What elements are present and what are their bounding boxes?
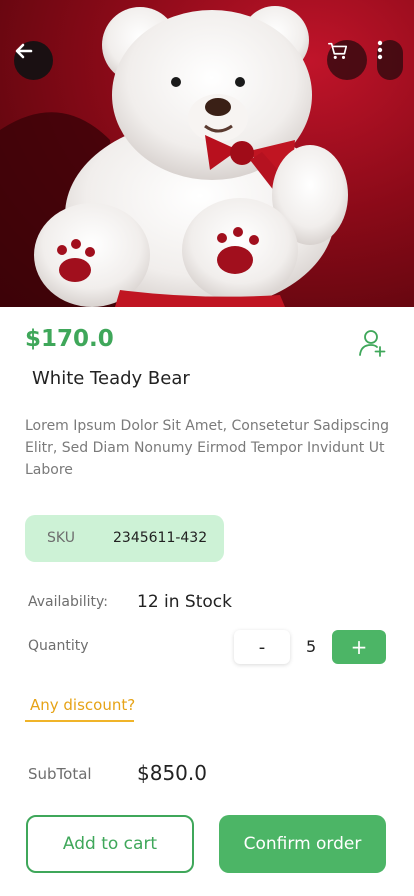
sku-value: 2345611-432 xyxy=(113,530,208,546)
product-description: Lorem Ipsum Dolor Sit Amet, Consetetur S… xyxy=(25,418,390,478)
quantity-label: Quantity xyxy=(28,638,89,654)
subtotal-label: SubTotal xyxy=(28,765,92,783)
subtotal-value: $850.0 xyxy=(137,761,207,785)
user-plus-icon[interactable] xyxy=(357,328,387,358)
cart-button[interactable] xyxy=(327,40,367,80)
quantity-decrease-button[interactable]: - xyxy=(234,630,290,664)
quantity-value: 5 xyxy=(306,637,317,656)
quantity-increase-button[interactable]: + xyxy=(332,630,386,664)
availability-label: Availability: xyxy=(28,594,109,610)
availability-value: 12 in Stock xyxy=(137,592,232,612)
product-image xyxy=(0,0,414,307)
confirm-order-button[interactable]: Confirm order xyxy=(219,815,386,873)
product-title: White Teady Bear xyxy=(32,368,190,389)
more-options-button[interactable] xyxy=(377,40,403,80)
sku-badge: SKU 2345611-432 xyxy=(25,515,224,562)
add-to-cart-button[interactable]: Add to cart xyxy=(26,815,194,873)
cart-icon xyxy=(328,42,348,59)
discount-underline xyxy=(25,720,134,722)
product-price: $170.0 xyxy=(25,326,114,352)
back-button[interactable] xyxy=(14,41,53,80)
arrow-left-icon xyxy=(15,43,33,59)
sku-label: SKU xyxy=(47,530,75,546)
more-vertical-icon xyxy=(377,40,383,60)
discount-link[interactable]: Any discount? xyxy=(30,696,135,714)
